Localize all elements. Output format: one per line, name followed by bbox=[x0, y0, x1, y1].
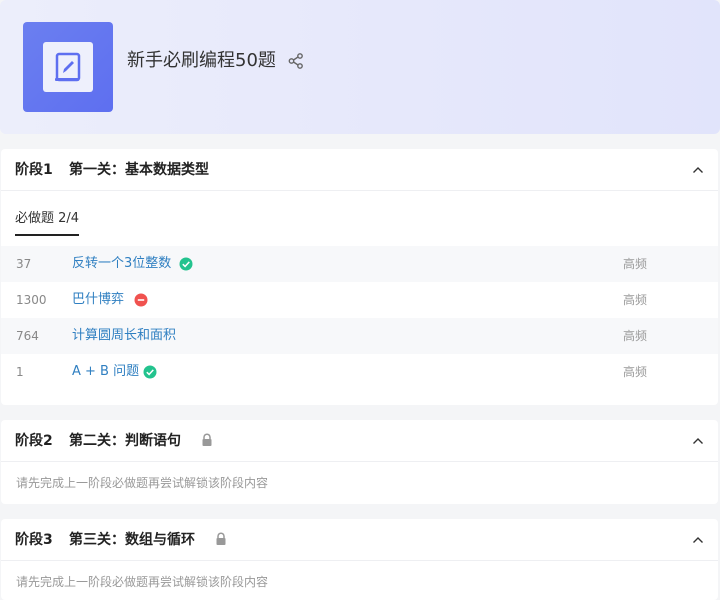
problem-row[interactable]: 764 计算圆周长和面积 高频 bbox=[1, 318, 718, 354]
course-header: 新手必刷编程50题 bbox=[0, 0, 720, 134]
stage-header-1[interactable]: 阶段1 第一关：基本数据类型 bbox=[1, 149, 718, 191]
stage-header-3[interactable]: 阶段3 第三关：数组与循环 bbox=[1, 519, 718, 561]
locked-hint: 请先完成上一阶段必做题再尝试解锁该阶段内容 bbox=[16, 575, 269, 589]
locked-hint: 请先完成上一阶段必做题再尝试解锁该阶段内容 bbox=[16, 476, 269, 490]
problem-link[interactable]: A + B 问题 bbox=[72, 363, 139, 381]
lock-icon bbox=[216, 532, 226, 545]
stage-label: 阶段3 bbox=[15, 532, 53, 548]
chevron-up-icon[interactable] bbox=[692, 534, 704, 546]
problem-link[interactable]: 巴什博弈 bbox=[72, 291, 124, 309]
stage-label: 阶段1 bbox=[15, 162, 53, 178]
problem-id: 37 bbox=[16, 257, 32, 271]
problem-link[interactable]: 反转一个3位整数 bbox=[72, 255, 171, 273]
minus-circle-icon bbox=[134, 293, 148, 307]
lock-icon bbox=[202, 433, 212, 446]
check-circle-icon bbox=[179, 257, 193, 271]
problem-id: 1 bbox=[16, 365, 24, 379]
tab-required[interactable]: 必做题 2/4 bbox=[15, 211, 80, 236]
check-circle-icon bbox=[143, 365, 157, 379]
stage-card-3: 阶段3 第三关：数组与循环 请先完成上一阶段必做题再尝试解锁该阶段内容 bbox=[1, 519, 718, 600]
problem-row[interactable]: 1 A + B 问题 高频 bbox=[1, 354, 718, 390]
problem-row[interactable]: 1300 巴什博弈 高频 bbox=[1, 282, 718, 318]
course-cover bbox=[23, 22, 113, 112]
frequency-tag: 高频 bbox=[623, 365, 648, 379]
share-icon[interactable] bbox=[287, 52, 305, 70]
frequency-tag: 高频 bbox=[623, 257, 648, 271]
problem-link[interactable]: 计算圆周长和面积 bbox=[72, 327, 176, 345]
frequency-tag: 高频 bbox=[623, 293, 648, 307]
stage-name: 第三关：数组与循环 bbox=[69, 532, 195, 548]
problem-id: 764 bbox=[16, 329, 39, 343]
course-title: 新手必刷编程50题 bbox=[127, 50, 276, 71]
problem-row[interactable]: 37 反转一个3位整数 高频 bbox=[1, 246, 718, 282]
stage-card-1: 阶段1 第一关：基本数据类型 必做题 2/4 37 反转一个3位整数 高频 13… bbox=[1, 149, 718, 405]
chevron-up-icon[interactable] bbox=[692, 435, 704, 447]
frequency-tag: 高频 bbox=[623, 329, 648, 343]
stage-label: 阶段2 bbox=[15, 433, 53, 449]
problem-id: 1300 bbox=[16, 293, 47, 307]
stage-card-2: 阶段2 第二关：判断语句 请先完成上一阶段必做题再尝试解锁该阶段内容 bbox=[1, 420, 718, 504]
stage-name: 第一关：基本数据类型 bbox=[69, 162, 209, 178]
book-edit-icon bbox=[43, 42, 93, 92]
stage-header-2[interactable]: 阶段2 第二关：判断语句 bbox=[1, 420, 718, 462]
stage-name: 第二关：判断语句 bbox=[69, 433, 181, 449]
problem-list: 37 反转一个3位整数 高频 1300 巴什博弈 高频 764 计算圆周长和面积… bbox=[1, 246, 718, 390]
chevron-up-icon[interactable] bbox=[692, 164, 704, 176]
